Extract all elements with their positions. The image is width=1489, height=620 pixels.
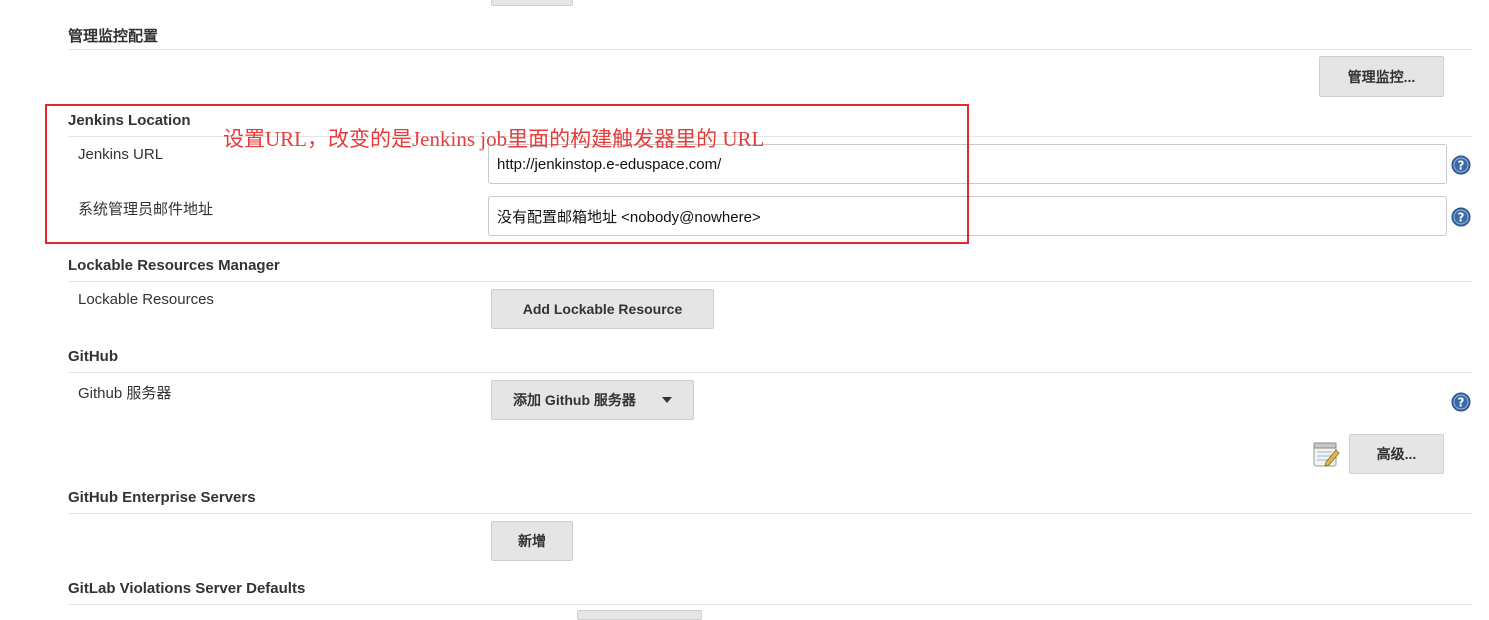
section-title-lockable: Lockable Resources Manager: [68, 257, 280, 274]
caret-down-icon: [661, 397, 672, 403]
lockable-resources-label: Lockable Resources: [78, 291, 214, 308]
section-divider: [68, 372, 1472, 373]
help-question-icon[interactable]: ?: [1451, 155, 1471, 175]
help-question-icon[interactable]: ?: [1451, 392, 1471, 412]
annotation-text: 设置URL，改变的是Jenkins job里面的构建触发器里的 URL: [223, 127, 765, 151]
help-question-icon[interactable]: ?: [1451, 207, 1471, 227]
section-divider: [68, 281, 1472, 282]
section-title-gitlab: GitLab Violations Server Defaults: [68, 580, 306, 597]
section-title-github-enterprise: GitHub Enterprise Servers: [68, 489, 256, 506]
manage-monitor-button[interactable]: 管理监控...: [1319, 56, 1444, 97]
add-lockable-resource-button[interactable]: Add Lockable Resource: [491, 289, 714, 329]
add-github-server-button[interactable]: 添加 Github 服务器: [491, 380, 694, 420]
section-title-github: GitHub: [68, 348, 118, 365]
advanced-button[interactable]: 高级...: [1349, 434, 1444, 474]
section-divider: [68, 604, 1472, 605]
section-divider: [68, 49, 1472, 50]
add-enterprise-server-button[interactable]: 新增: [491, 521, 573, 561]
previous-section-button[interactable]: [491, 0, 573, 6]
section-divider: [68, 513, 1472, 514]
section-title-monitor: 管理监控配置: [68, 28, 159, 45]
gitlab-cutoff-button[interactable]: [577, 610, 702, 620]
svg-text:?: ?: [1458, 396, 1465, 410]
add-github-server-label: 添加 Github 服务器: [513, 392, 636, 408]
svg-text:?: ?: [1458, 159, 1465, 173]
svg-text:?: ?: [1458, 211, 1465, 225]
notepad-icon: [1313, 442, 1340, 467]
github-server-label: Github 服务器: [78, 385, 172, 402]
